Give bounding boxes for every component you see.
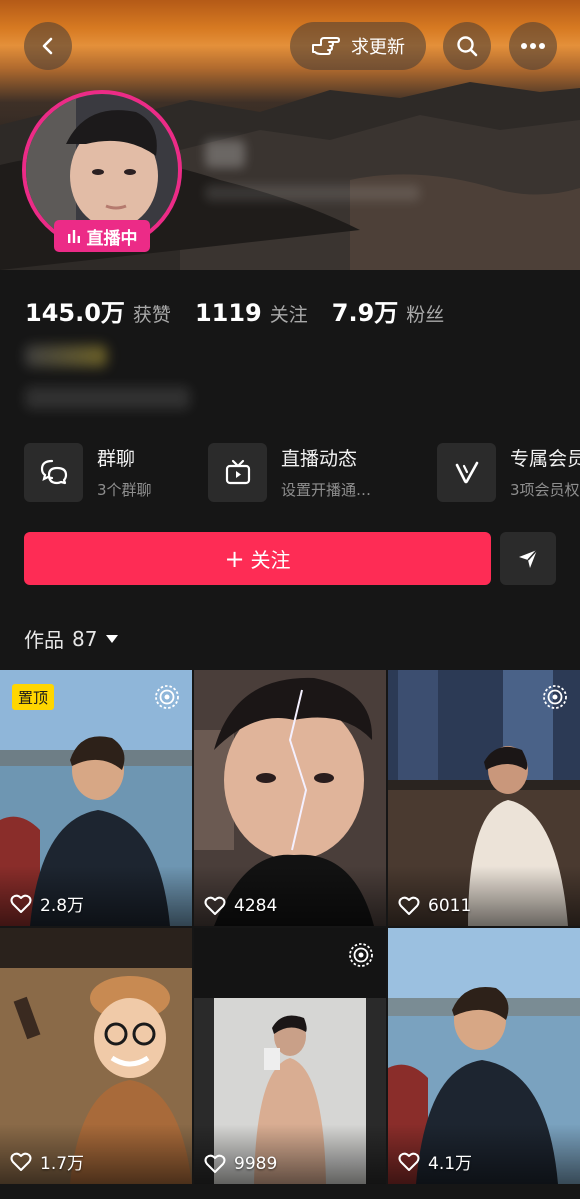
- like-count-value: 2.8万: [40, 896, 85, 916]
- feature-live-updates-title: 直播动态: [281, 448, 358, 470]
- vip-check-icon: [455, 461, 478, 484]
- like-count-value: 9989: [234, 1154, 278, 1174]
- feature-membership[interactable]: 专属会员 3项会员权: [437, 441, 580, 503]
- bio-line-redacted: [25, 345, 107, 367]
- like-count: 2.8万: [10, 891, 84, 916]
- share-button[interactable]: [500, 532, 556, 585]
- video-tile-5[interactable]: 9989: [194, 928, 386, 1184]
- live-photo-icon: [543, 685, 567, 709]
- video-tile-4[interactable]: 1.7万: [0, 928, 192, 1184]
- heart-icon: [398, 1152, 420, 1171]
- heart-icon: [204, 1154, 226, 1173]
- likes-label: 获赞: [132, 304, 171, 326]
- back-button[interactable]: [24, 22, 72, 70]
- feature-group-chat[interactable]: 群聊 3个群聊: [24, 441, 152, 503]
- pinned-badge: 置顶: [12, 684, 55, 710]
- feature-group-chat-subtitle: 3个群聊: [97, 481, 152, 499]
- feature-live-updates[interactable]: 直播动态 设置开播通…: [208, 441, 371, 503]
- chevron-left-icon: [42, 37, 53, 55]
- search-button[interactable]: [443, 22, 491, 70]
- like-count-value: 6011: [428, 896, 472, 916]
- live-photo-icon: [155, 685, 179, 709]
- feature-group-chat-title: 群聊: [97, 448, 136, 470]
- group-chat-icon-box: [24, 442, 83, 502]
- followers-count[interactable]: 7.9万: [332, 293, 399, 328]
- follow-button[interactable]: + 关注: [24, 532, 491, 585]
- display-name-redacted: [205, 140, 245, 168]
- like-count: 4284: [204, 896, 277, 916]
- bio-meta-redacted: [25, 387, 190, 409]
- likes-count: 145.0万: [25, 299, 125, 327]
- search-icon: [457, 36, 478, 57]
- like-count-value: 4284: [234, 896, 278, 916]
- feature-membership-subtitle: 3项会员权: [510, 481, 580, 499]
- feature-live-updates-subtitle: 设置开播通…: [281, 481, 372, 499]
- video-grid: 置顶 2.8万 4284 6011 1.7万 9989 4.1万: [0, 670, 580, 1199]
- heart-icon: [10, 894, 32, 913]
- live-label: 直播中: [86, 228, 138, 249]
- video-tile-1[interactable]: 置顶 2.8万: [0, 670, 192, 926]
- feature-membership-title: 专属会员: [510, 448, 580, 470]
- pinned-label: 置顶: [18, 688, 49, 707]
- profile-stats: 145.0万 获赞 1119 关注 7.9万 粉丝: [25, 293, 468, 329]
- live-photo-icon: [349, 943, 373, 967]
- group-chat-icon: [40, 459, 67, 485]
- live-badge[interactable]: 直播中: [54, 220, 150, 252]
- heart-icon: [204, 896, 226, 915]
- more-button[interactable]: [509, 22, 557, 70]
- like-count: 9989: [204, 1154, 277, 1174]
- like-count-value: 4.1万: [428, 1154, 473, 1174]
- live-bars-icon: [67, 230, 80, 243]
- followers-label[interactable]: 粉丝: [406, 300, 444, 327]
- following-label[interactable]: 关注: [270, 300, 308, 327]
- like-count-value: 1.7万: [40, 1154, 85, 1174]
- works-tab[interactable]: 作品 87: [24, 624, 119, 653]
- request-update-label: 求更新: [351, 37, 405, 58]
- request-update-button[interactable]: 求更新: [290, 22, 426, 70]
- following-count[interactable]: 1119: [195, 299, 262, 327]
- more-dots-icon: [521, 43, 545, 49]
- heart-icon: [398, 896, 420, 915]
- pointing-hand-icon: [312, 37, 340, 55]
- video-tile-2[interactable]: 4284: [194, 670, 386, 926]
- like-count: 1.7万: [10, 1149, 84, 1174]
- feature-row: 群聊 3个群聊 直播动态 设置开播通… 专属会员 3项会员权: [24, 441, 580, 503]
- works-label: 作品: [24, 628, 64, 652]
- plus-icon: +: [224, 544, 245, 573]
- caret-down-icon: [106, 634, 119, 643]
- like-count: 4.1万: [398, 1149, 472, 1174]
- video-tile-6[interactable]: 4.1万: [388, 928, 580, 1184]
- send-arrow-icon: [519, 548, 538, 568]
- video-tile-3[interactable]: 6011: [388, 670, 580, 926]
- like-count: 6011: [398, 896, 471, 916]
- tv-icon-box: [208, 442, 267, 502]
- vip-check-icon-box: [437, 442, 496, 502]
- tv-icon: [225, 459, 250, 485]
- user-id-redacted: [205, 185, 420, 201]
- works-count: 87: [72, 626, 98, 651]
- heart-icon: [10, 1152, 32, 1171]
- follow-label: 关注: [250, 548, 291, 572]
